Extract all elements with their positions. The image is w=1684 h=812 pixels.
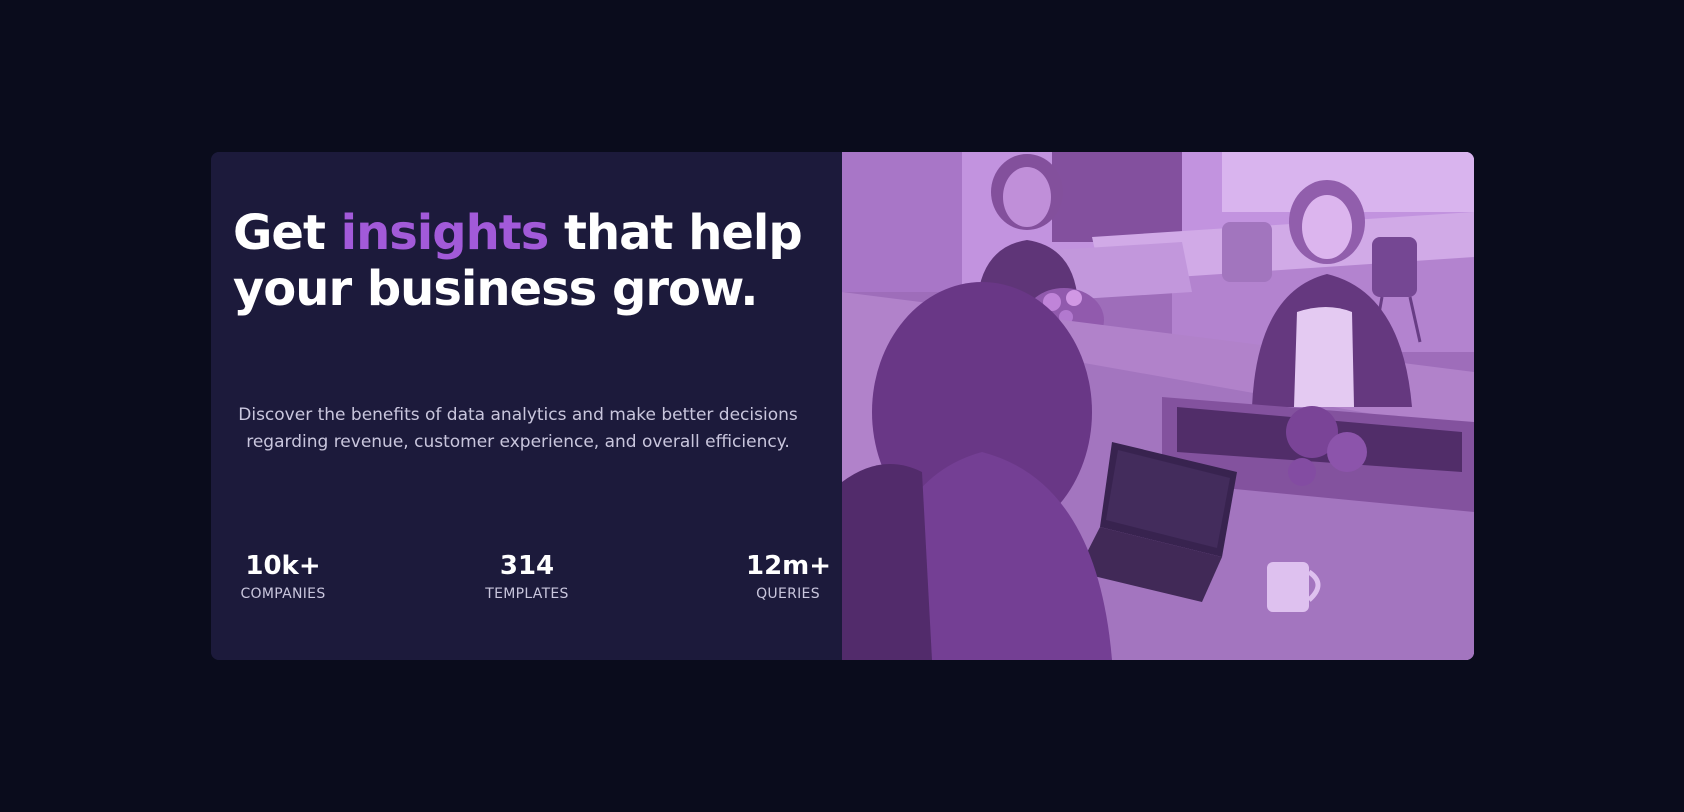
stat-label: TEMPLATES (485, 586, 569, 602)
stat-queries: 12m+ QUERIES (746, 550, 832, 604)
office-scene-illustration (842, 152, 1474, 660)
office-team-image (842, 152, 1474, 660)
card-headline: Get insights that help your business gro… (233, 205, 823, 317)
stat-value: 12m+ (746, 551, 832, 581)
stat-value: 10k+ (245, 551, 321, 581)
stat-companies: 10k+ COMPANIES (233, 550, 333, 604)
stat-label: COMPANIES (240, 586, 326, 602)
stats-preview-card: Get insights that help your business gro… (211, 152, 1474, 660)
stat-templates: 314 TEMPLATES (472, 550, 582, 604)
stat-label: QUERIES (756, 586, 820, 602)
stat-value: 314 (499, 551, 555, 581)
headline-text-start: Get (233, 205, 341, 261)
card-description: Discover the benefits of data analytics … (238, 405, 798, 452)
headline-accent-word: insights (340, 205, 550, 261)
card-text-panel: Get insights that help your business gro… (211, 152, 842, 660)
